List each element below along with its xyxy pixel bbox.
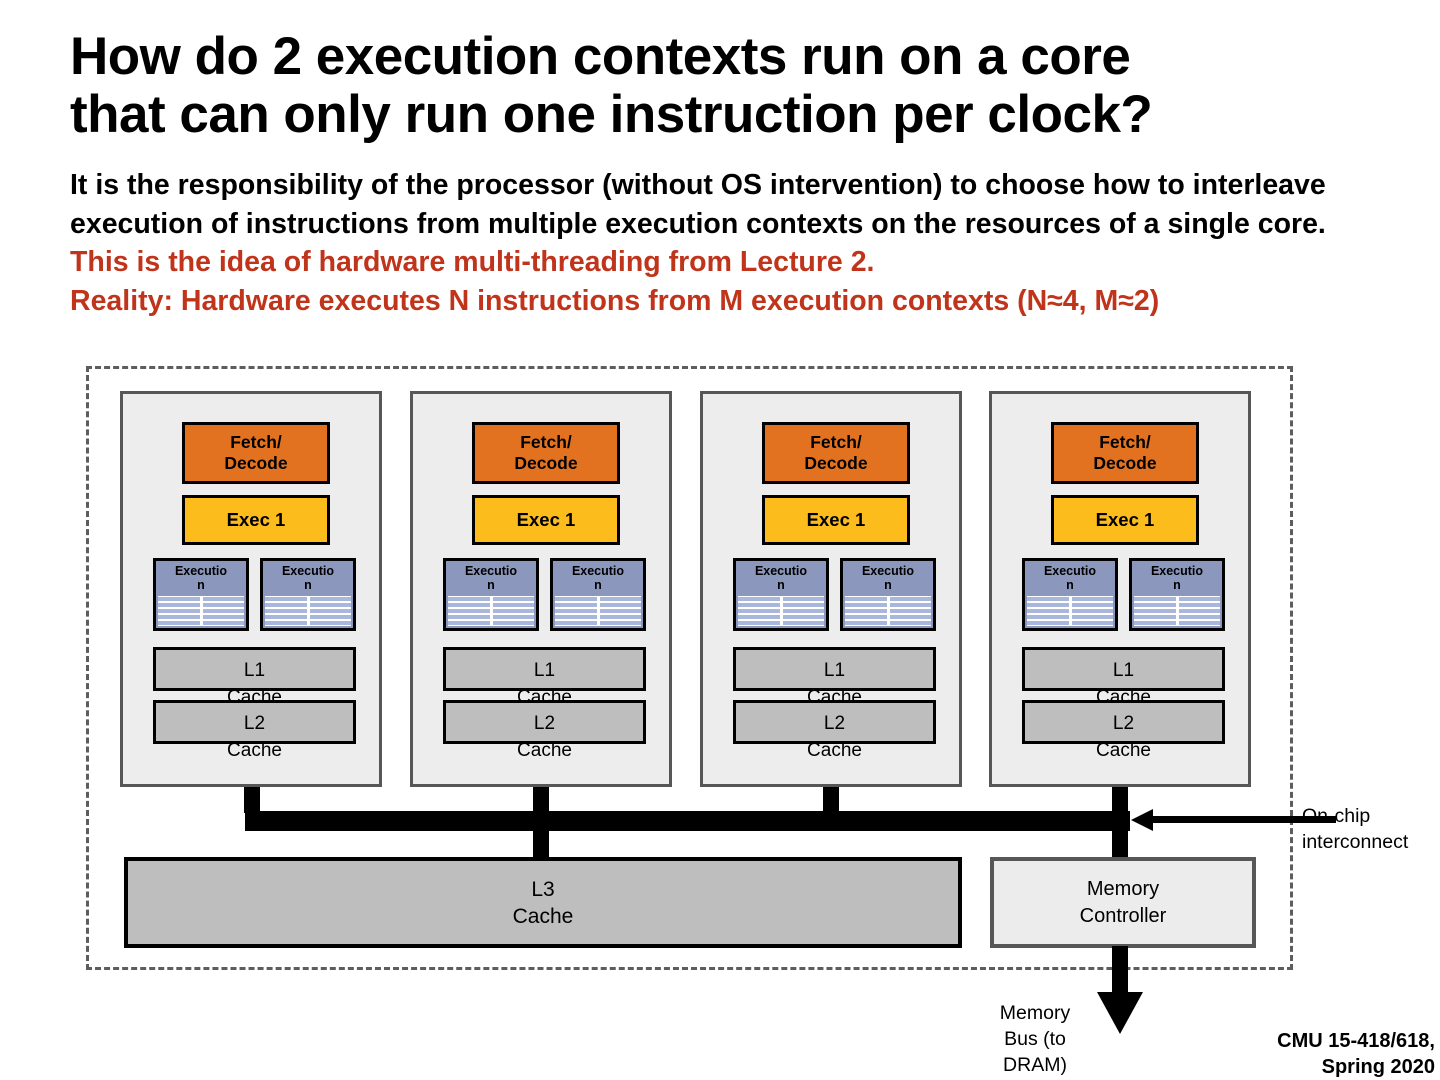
course-footer: CMU 15-418/618, Spring 2020 bbox=[1277, 1030, 1435, 1078]
l3-cache: L3 Cache bbox=[124, 857, 962, 948]
l1-cache: L1 Cache bbox=[733, 647, 936, 708]
on-chip-interconnect-label: On-chip interconnect bbox=[1302, 805, 1409, 853]
fetch-decode-unit: Fetch/ Decode bbox=[1051, 422, 1199, 484]
execution-context-label: Executio n bbox=[861, 564, 915, 592]
register-file-grid bbox=[555, 596, 641, 626]
page-title: How do 2 execution contexts run on a cor… bbox=[70, 28, 1410, 144]
execution-context: Executio n bbox=[1129, 558, 1225, 631]
l2-cache: L2 Cache bbox=[1022, 700, 1225, 761]
l2-cache-label: L2 Cache bbox=[1096, 713, 1151, 761]
register-file-grid bbox=[265, 596, 351, 626]
fetch-decode-unit: Fetch/ Decode bbox=[472, 422, 620, 484]
execution-context-label: Executio n bbox=[281, 564, 335, 592]
core-block: Fetch/ Decode Exec 1 Executio n Executio… bbox=[989, 391, 1251, 787]
l2-cache: L2 Cache bbox=[733, 700, 936, 761]
execution-context-label: Executio n bbox=[1043, 564, 1097, 592]
core-block: Fetch/ Decode Exec 1 Executio n Executio… bbox=[700, 391, 962, 787]
register-file-grid bbox=[1134, 596, 1220, 626]
page-title-line-1: How do 2 execution contexts run on a cor… bbox=[70, 27, 1131, 86]
execution-context: Executio n bbox=[1022, 558, 1118, 631]
core-bus-stub bbox=[1112, 787, 1128, 813]
memory-controller: Memory Controller bbox=[990, 857, 1256, 948]
execution-context-row: Executio n Executio n bbox=[153, 558, 356, 631]
fetch-decode-unit: Fetch/ Decode bbox=[182, 422, 330, 484]
memory-bus-label: Memory Bus (to DRAM) bbox=[999, 1002, 1071, 1076]
memory-controller-label: Memory Controller bbox=[1079, 877, 1167, 927]
execution-context-label: Executio n bbox=[174, 564, 228, 592]
exec-unit: Exec 1 bbox=[182, 495, 330, 545]
body-paragraph-black: It is the responsibility of the processo… bbox=[70, 169, 1326, 240]
execution-context-row: Executio n Executio n bbox=[443, 558, 646, 631]
l2-cache: L2 Cache bbox=[153, 700, 356, 761]
l2-cache: L2 Cache bbox=[443, 700, 646, 761]
execution-context-label: Executio n bbox=[1150, 564, 1204, 592]
execution-context: Executio n bbox=[153, 558, 249, 631]
register-file-grid bbox=[1027, 596, 1113, 626]
core-block: Fetch/ Decode Exec 1 Executio n Executio… bbox=[120, 391, 382, 787]
execution-context-row: Executio n Executio n bbox=[733, 558, 936, 631]
l2-cache-label: L2 Cache bbox=[517, 713, 572, 761]
execution-context: Executio n bbox=[443, 558, 539, 631]
execution-context-label: Executio n bbox=[464, 564, 518, 592]
exec-unit: Exec 1 bbox=[762, 495, 910, 545]
register-file-grid bbox=[448, 596, 534, 626]
execution-context: Executio n bbox=[260, 558, 356, 631]
memory-bus-arrow-icon bbox=[1097, 992, 1143, 1034]
core-bus-stub bbox=[244, 787, 260, 813]
on-chip-interconnect-bus bbox=[245, 811, 1130, 831]
l2-cache-label: L2 Cache bbox=[227, 713, 282, 761]
l1-cache: L1 Cache bbox=[1022, 647, 1225, 708]
l1-cache: L1 Cache bbox=[153, 647, 356, 708]
l2-cache-label: L2 Cache bbox=[807, 713, 862, 761]
body-paragraph-red-2: Reality: Hardware executes N instruction… bbox=[70, 284, 1160, 317]
register-file-grid bbox=[158, 596, 244, 626]
execution-context: Executio n bbox=[840, 558, 936, 631]
l3-cache-label: L3 Cache bbox=[512, 877, 574, 928]
execution-context-label: Executio n bbox=[754, 564, 808, 592]
execution-context: Executio n bbox=[550, 558, 646, 631]
core-block: Fetch/ Decode Exec 1 Executio n Executio… bbox=[410, 391, 672, 787]
body-copy: It is the responsibility of the processo… bbox=[70, 166, 1340, 320]
interconnect-arrow-icon bbox=[1131, 809, 1153, 831]
core-bus-stub bbox=[533, 787, 549, 813]
memory-bus-shaft bbox=[1112, 946, 1128, 994]
exec-unit: Exec 1 bbox=[1051, 495, 1199, 545]
fetch-decode-unit: Fetch/ Decode bbox=[762, 422, 910, 484]
register-file-grid bbox=[845, 596, 931, 626]
register-file-grid bbox=[738, 596, 824, 626]
core-bus-stub bbox=[823, 787, 839, 813]
page-title-line-2: that can only run one instruction per cl… bbox=[70, 85, 1153, 144]
execution-context-label: Executio n bbox=[571, 564, 625, 592]
execution-context: Executio n bbox=[733, 558, 829, 631]
body-paragraph-red-1: This is the idea of hardware multi-threa… bbox=[70, 246, 875, 278]
exec-unit: Exec 1 bbox=[472, 495, 620, 545]
execution-context-row: Executio n Executio n bbox=[1022, 558, 1225, 631]
l1-cache: L1 Cache bbox=[443, 647, 646, 708]
